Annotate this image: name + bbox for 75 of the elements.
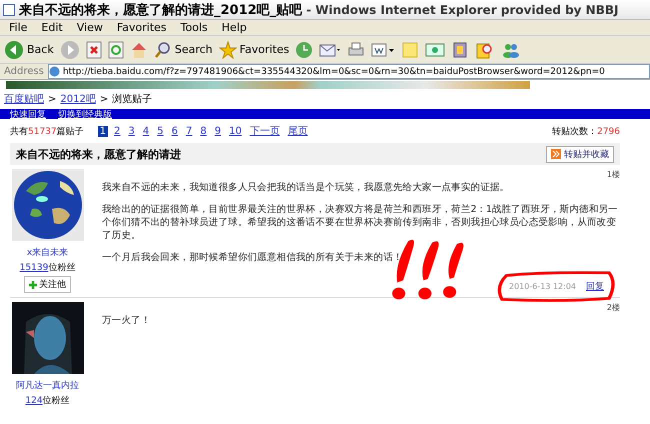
menu-item[interactable]: Edit bbox=[34, 21, 70, 34]
tool-icon bbox=[451, 40, 470, 58]
follow-button[interactable]: 关注他 bbox=[24, 276, 71, 293]
page-link[interactable]: 3 bbox=[126, 126, 137, 136]
refresh-button[interactable] bbox=[108, 40, 124, 58]
repost-count: 转贴次数：2796 bbox=[552, 126, 620, 138]
author-link[interactable]: 阿凡达一真内拉 bbox=[16, 379, 79, 392]
post-time: 2010-6-13 12:04 bbox=[509, 282, 576, 291]
post-text: 一个月后我会回来，那时候希望你们愿意相信我的所有关于未来的话！ bbox=[102, 251, 404, 264]
bar-link[interactable]: 切换到经典版 bbox=[58, 108, 112, 120]
history-button[interactable] bbox=[295, 40, 314, 58]
image-icon bbox=[425, 40, 446, 58]
address-field[interactable]: http://tieba.baidu.com/f?z=797481906&ct=335544320&lm=0&sc=0&rn=30&tn=baiduPostBrowser&word=2012&pn=0 bbox=[48, 64, 650, 79]
breadcrumb-link[interactable]: 百度贴吧 bbox=[4, 92, 44, 106]
fans-label: 位粉丝 bbox=[42, 396, 70, 406]
refresh-icon bbox=[108, 40, 124, 58]
page-link[interactable]: 7 bbox=[184, 126, 194, 136]
post-text: 我给出的的证据很简单，目前世界最关注的世界杯，决赛双方将是荷兰和西班牙，荷兰2：1战胜了西班牙，斯内德和另一个你们猜不出的替补球员进了球。希望我的这番话不要在世界杯决赛前传到南非，否则我担心球员心态受影响，从而改变了历史。 bbox=[102, 203, 619, 242]
printer-icon bbox=[347, 40, 366, 58]
document-icon bbox=[371, 40, 396, 58]
edit-button[interactable] bbox=[371, 40, 396, 58]
forward-icon bbox=[60, 40, 80, 60]
history-icon bbox=[295, 40, 314, 58]
page-icon bbox=[48, 66, 60, 77]
search-button[interactable]: Search bbox=[154, 40, 213, 58]
home-button[interactable] bbox=[130, 40, 148, 58]
plus-icon bbox=[29, 280, 37, 288]
bar-link[interactable]: 快速回复 bbox=[10, 108, 46, 120]
fans-count-link[interactable]: 124 bbox=[25, 396, 43, 406]
address-label: Address bbox=[4, 66, 44, 77]
media-button[interactable] bbox=[425, 40, 446, 58]
page-link[interactable]: 下一页 bbox=[248, 124, 282, 138]
back-button[interactable]: Back bbox=[4, 40, 54, 60]
page-link[interactable]: 8 bbox=[198, 126, 209, 136]
menu-item[interactable]: Favorites bbox=[110, 21, 174, 34]
page-link[interactable]: 2 bbox=[112, 126, 122, 136]
favorites-button[interactable]: Favorites bbox=[218, 40, 290, 58]
home-icon bbox=[130, 40, 148, 58]
post-text: 我来自不远的未来，我知道很多人只会把我的话当是个玩笑，我愿意先给大家一点事实的证据。 bbox=[102, 181, 510, 194]
page-link[interactable]: 尾页 bbox=[286, 124, 310, 138]
star-icon bbox=[218, 40, 237, 58]
menu-item[interactable]: File bbox=[2, 21, 34, 34]
floor-number: 2楼 bbox=[606, 302, 620, 313]
breadcrumb-separator: > bbox=[100, 94, 108, 104]
breadcrumb-link[interactable]: 2012吧 bbox=[60, 92, 96, 106]
print-button[interactable] bbox=[347, 40, 366, 58]
post-text: 万一火了！ bbox=[102, 314, 152, 327]
repost-button[interactable]: 转贴并收藏 bbox=[546, 146, 614, 162]
page-link[interactable]: 4 bbox=[140, 126, 152, 136]
page-link[interactable]: 1 bbox=[98, 126, 108, 136]
menu-item[interactable]: Help bbox=[214, 21, 254, 34]
page-link[interactable]: 9 bbox=[212, 126, 224, 136]
author-link[interactable]: x来自未来 bbox=[26, 246, 68, 259]
fans-count-link[interactable]: 15139 bbox=[20, 263, 48, 273]
reply-link[interactable]: 回复 bbox=[586, 280, 604, 293]
menu-item[interactable]: Tools bbox=[174, 21, 215, 34]
back-icon bbox=[4, 40, 24, 60]
breadcrumb-current: 浏览贴子 bbox=[112, 92, 152, 106]
fans-label: 位粉丝 bbox=[48, 263, 76, 273]
floor-number: 1楼 bbox=[606, 169, 620, 180]
stop-button[interactable] bbox=[86, 40, 102, 58]
note-icon bbox=[401, 40, 420, 58]
post-count: 共有51737篇贴子 bbox=[10, 126, 84, 138]
page-link[interactable]: 10 bbox=[227, 126, 244, 136]
page-link[interactable]: 5 bbox=[155, 126, 166, 136]
page-link[interactable]: 6 bbox=[170, 126, 180, 136]
tool-button[interactable] bbox=[451, 40, 470, 58]
window-title: 来自不远的将来，愿意了解的请进_2012吧_贴吧 bbox=[19, 2, 302, 18]
app-title: - Windows Internet Explorer provided by NBBJ bbox=[306, 2, 618, 16]
thread-title: 来自不远的将来，愿意了解的请进 bbox=[16, 146, 181, 162]
search-icon bbox=[154, 40, 172, 58]
stop-icon bbox=[86, 40, 102, 58]
breadcrumb-separator: > bbox=[48, 94, 56, 104]
forward-icon bbox=[551, 149, 561, 159]
menu-item[interactable]: View bbox=[70, 21, 110, 34]
